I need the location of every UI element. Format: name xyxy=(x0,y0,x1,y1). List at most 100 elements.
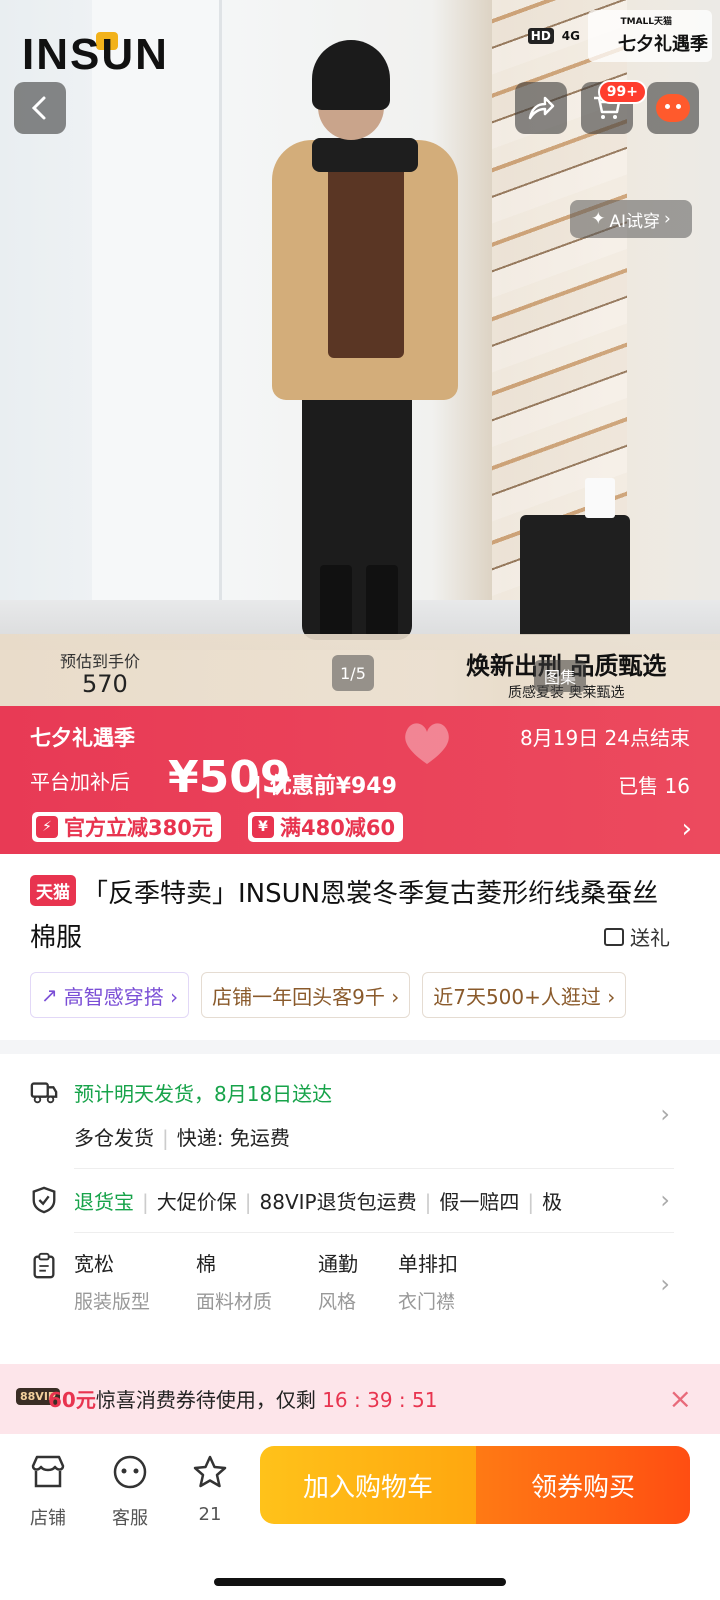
attribute-label: 服装版型 xyxy=(74,1291,151,1313)
background-side-table xyxy=(520,515,630,635)
shipping-row[interactable]: 预计明天发货，8月18日送达 多仓发货 | 快递: 免运费 › xyxy=(0,1072,720,1162)
coupon-label: 满480减60 xyxy=(280,816,396,840)
attribute-value: 通勤 xyxy=(318,1252,358,1276)
shield-icon xyxy=(32,1186,56,1214)
tmall-tag: 天猫 xyxy=(30,875,76,906)
attribute-value: 宽松 xyxy=(74,1252,114,1276)
ai-try-label: AI试穿 xyxy=(609,211,661,232)
attribute-material: 棉 面料材质 xyxy=(196,1248,272,1314)
attribute-label: 面料材质 xyxy=(196,1291,273,1313)
product-title: 天猫 「反季特卖」INSUN恩裳冬季复古菱形绗线桑蚕丝棉服 xyxy=(30,872,670,960)
service-more: 极 xyxy=(542,1190,563,1214)
coupon-label: 官方立减380元 xyxy=(64,816,213,840)
service-88vip-return: 88VIP退货包运费 xyxy=(259,1190,417,1214)
official-discount-coupon[interactable]: ⚡ 官方立减380元 xyxy=(32,812,221,842)
tmall-logo-text: TMALL天猫 xyxy=(620,17,672,27)
vip-coupon-text: 60元惊喜消费券待使用，仅剩 16 : 39 : 51 xyxy=(48,1384,437,1413)
message-icon xyxy=(656,94,690,122)
share-icon xyxy=(528,96,555,120)
lightning-icon: ⚡ xyxy=(36,816,58,838)
service-row[interactable]: 退货宝 | 大促价保 | 88VIP退货包运费 | 假一赔四 | 极 › xyxy=(0,1182,720,1222)
event-name: 七夕礼遇季 xyxy=(618,34,708,55)
row-divider xyxy=(74,1168,674,1169)
row-divider xyxy=(74,1232,674,1233)
service-return-guarantee: 退货宝 xyxy=(74,1190,134,1214)
service-price-protect: 大促价保 xyxy=(156,1190,237,1214)
back-button[interactable] xyxy=(14,82,66,134)
attribute-style: 通勤 风格 xyxy=(318,1248,358,1314)
background-door xyxy=(92,0,222,650)
promo-end-time: 8月19日 24点结束 xyxy=(520,726,690,750)
customer-service-label: 客服 xyxy=(112,1508,148,1529)
vip-countdown: 16 : 39 : 51 xyxy=(322,1388,438,1412)
store-label: 店铺 xyxy=(30,1508,66,1529)
shipping-detail: 多仓发货 | 快递: 免运费 xyxy=(74,1126,290,1150)
cart-button[interactable]: 99+ xyxy=(581,80,647,134)
attribute-row[interactable]: 宽松 服装版型 棉 面料材质 通勤 风格 单排扣 衣门襟 › xyxy=(0,1248,720,1320)
sold-count: 已售 16 xyxy=(618,774,690,798)
vip-coupon-amount: 60元 xyxy=(48,1388,96,1412)
chip-style[interactable]: ↗ 高智感穿搭 › xyxy=(30,972,190,1018)
add-to-cart-button[interactable]: 加入购物车 xyxy=(260,1446,476,1524)
share-button[interactable] xyxy=(515,82,567,134)
bottom-action-bar: 店铺 客服 21 加入购物车 领券购买 xyxy=(0,1434,720,1600)
chevron-right-icon: › xyxy=(660,1100,670,1128)
customer-service-tab[interactable]: 客服 xyxy=(100,1454,160,1530)
service-counterfeit: 假一赔四 xyxy=(439,1190,520,1214)
chevron-right-icon: › xyxy=(660,1186,670,1214)
product-title-text: 「反季特卖」INSUN恩裳冬季复古菱形绗线桑蚕丝棉服 xyxy=(30,879,659,953)
chip-label: 高智感穿搭 › xyxy=(63,984,179,1009)
store-icon xyxy=(31,1455,65,1488)
attribute-label: 风格 xyxy=(318,1291,357,1313)
vip-coupon-banner[interactable]: 88VIP 60元惊喜消费券待使用，仅剩 16 : 39 : 51 × xyxy=(0,1364,720,1434)
chevron-right-icon: › xyxy=(664,209,671,229)
shipping-fee: 快递: 免运费 xyxy=(176,1126,290,1150)
hd-indicator: HD xyxy=(527,28,554,44)
customer-service-icon xyxy=(113,1455,147,1489)
clipboard-icon xyxy=(33,1252,55,1279)
chevron-right-icon[interactable]: › xyxy=(682,814,692,844)
image-page-indicator: 1/5 xyxy=(332,655,374,691)
sparkle-icon: ✦ xyxy=(591,209,606,229)
spend-discount-coupon[interactable]: ¥ 满480减60 xyxy=(248,812,404,842)
ai-try-on-button[interactable]: ✦ AI试穿 › xyxy=(570,200,692,238)
promo-banner[interactable]: 七夕礼遇季 8月19日 24点结束 平台加补后 ¥509 | 优惠前¥949 已… xyxy=(0,706,720,854)
service-list: 退货宝 | 大促价保 | 88VIP退货包运费 | 假一赔四 | 极 xyxy=(74,1190,563,1214)
shipping-warehouse: 多仓发货 xyxy=(74,1126,154,1150)
cart-count-badge: 99+ xyxy=(597,80,647,104)
chevron-left-icon xyxy=(31,96,46,120)
promo-event-name: 七夕礼遇季 xyxy=(30,726,135,750)
chip-repeat-customers[interactable]: 店铺一年回头客9千 › xyxy=(201,972,411,1018)
gift-label: 送礼 xyxy=(630,926,670,950)
vip-coupon-desc: 惊喜消费券待使用，仅剩 xyxy=(95,1388,316,1412)
gallery-tab[interactable]: 图集 xyxy=(534,660,587,692)
home-indicator xyxy=(214,1578,506,1586)
promo-original-price: | 优惠前¥949 xyxy=(254,774,397,799)
favorite-tab[interactable]: 21 xyxy=(180,1454,240,1525)
estimated-price-label: 预估到手价 xyxy=(60,652,141,671)
background-cup xyxy=(585,478,615,518)
model-figure xyxy=(250,40,480,640)
shipping-estimate: 预计明天发货，8月18日送达 xyxy=(74,1082,333,1106)
trend-icon: ↗ xyxy=(41,983,58,1007)
estimated-price-value: 570 xyxy=(82,670,128,698)
message-button[interactable] xyxy=(647,82,699,134)
status-bar: HD 4G TMALL天猫 七夕礼遇季 xyxy=(527,10,712,62)
attribute-placket: 单排扣 衣门襟 xyxy=(398,1248,458,1314)
close-icon[interactable]: × xyxy=(669,1382,692,1415)
attribute-label: 衣门襟 xyxy=(398,1291,456,1313)
section-divider xyxy=(0,1040,720,1054)
favorite-count: 21 xyxy=(198,1504,222,1525)
star-icon xyxy=(193,1455,227,1488)
promo-after-label: 平台加补后 xyxy=(30,770,130,794)
gift-button[interactable]: 送礼 xyxy=(604,922,670,951)
yen-icon: ¥ xyxy=(252,816,274,838)
brand-logo: INSUN xyxy=(22,30,169,79)
store-tab[interactable]: 店铺 xyxy=(18,1454,78,1530)
chip-recent-visitors[interactable]: 近7天500+人逛过 › xyxy=(422,972,627,1018)
attribute-value: 棉 xyxy=(196,1252,216,1276)
buy-with-coupon-button[interactable]: 领券购买 xyxy=(476,1446,690,1524)
attribute-value: 单排扣 xyxy=(398,1252,458,1276)
gift-icon xyxy=(604,927,624,946)
truck-icon xyxy=(30,1082,58,1104)
